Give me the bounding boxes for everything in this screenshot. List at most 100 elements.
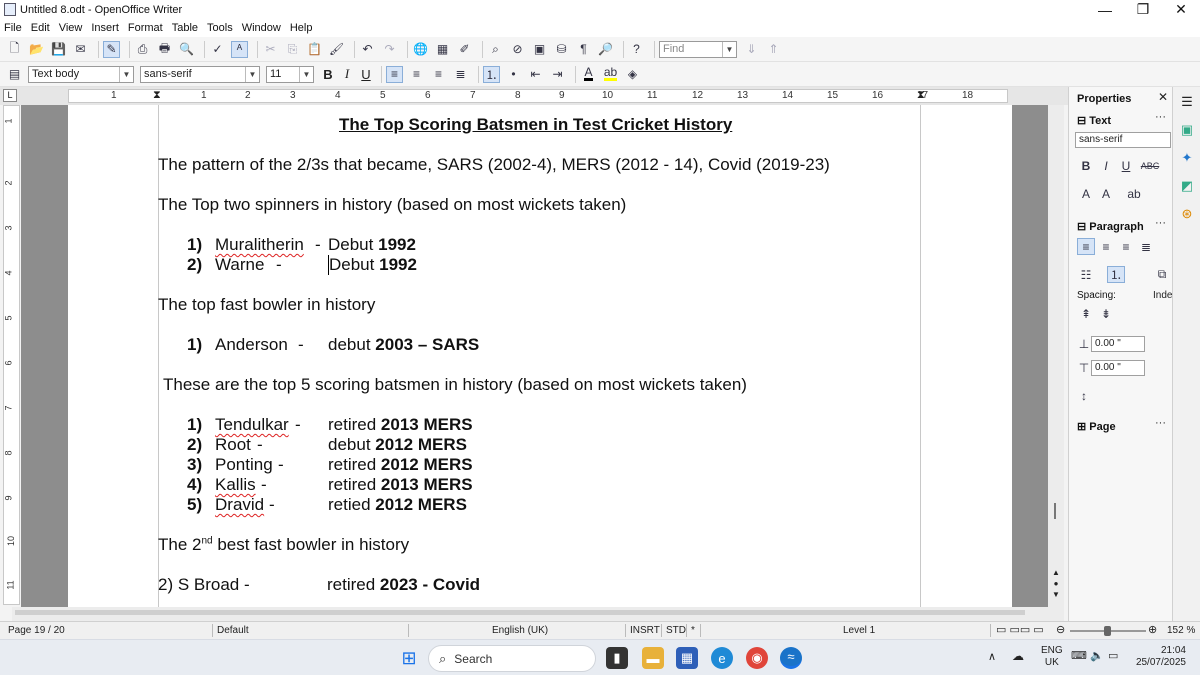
align-right-icon[interactable]: ≡: [1117, 238, 1135, 255]
network-icon[interactable]: ⌨: [1071, 649, 1087, 662]
data-sources-icon[interactable]: ⛁: [553, 41, 570, 58]
list-item-desc[interactable]: retired 2013 MERS: [328, 475, 473, 495]
zoom-out-icon[interactable]: ⊖: [1056, 623, 1065, 636]
sidebar-font-input[interactable]: sans-serif: [1075, 132, 1171, 148]
paragraph[interactable]: These are the top 5 scoring batsmen in h…: [163, 375, 747, 395]
battery-icon[interactable]: ▭: [1108, 649, 1118, 662]
gallery-icon[interactable]: ◩: [1178, 177, 1196, 195]
redo-icon[interactable]: ↷: [381, 41, 398, 58]
align-left-icon[interactable]: ≡: [386, 65, 403, 83]
view-layout-icon[interactable]: ▭ ▭▭ ▭: [996, 623, 1044, 636]
list-item-desc[interactable]: retired 2012 MERS: [328, 455, 473, 475]
justify-icon[interactable]: ≣: [452, 66, 469, 83]
font-color-icon[interactable]: A: [580, 66, 597, 83]
menu-view[interactable]: View: [59, 22, 83, 34]
openoffice-icon[interactable]: ≈: [780, 647, 802, 669]
taskbar-search[interactable]: ⌕ Search: [428, 645, 596, 672]
binoculars-icon[interactable]: ⌕: [487, 41, 504, 58]
new-document-icon[interactable]: 🗋: [6, 41, 23, 58]
help-icon[interactable]: ?: [628, 41, 645, 58]
chevron-down-icon[interactable]: ▼: [119, 66, 133, 82]
edge-icon[interactable]: e: [711, 647, 733, 669]
undo-icon[interactable]: ↶: [359, 41, 376, 58]
styles-icon[interactable]: ▤: [6, 66, 23, 83]
document-page[interactable]: [68, 105, 1012, 607]
table-icon[interactable]: ▦: [434, 41, 451, 58]
align-right-icon[interactable]: ≡: [430, 66, 447, 83]
page-style[interactable]: Default: [217, 625, 249, 636]
menu-format[interactable]: Format: [128, 22, 163, 34]
find-input[interactable]: Find ▼: [659, 40, 737, 58]
bullets-icon[interactable]: ☷: [1077, 266, 1095, 283]
chrome-icon[interactable]: ◉: [746, 647, 768, 669]
insert-mode[interactable]: INSRT: [630, 625, 660, 636]
vertical-ruler[interactable]: 1 2 3 4 5 6 7 8 9 10 11: [3, 105, 20, 605]
print-icon[interactable]: 🖶: [156, 41, 173, 58]
list-item-name[interactable]: Kallis: [215, 475, 256, 495]
properties-icon[interactable]: ▣: [1178, 121, 1196, 139]
menu-icon[interactable]: ☰: [1178, 93, 1196, 111]
store-icon[interactable]: ▦: [676, 647, 698, 669]
draw-functions-icon[interactable]: ✐: [456, 41, 473, 58]
zoom-level[interactable]: 152 %: [1167, 625, 1195, 636]
list-item[interactable]: 1): [187, 335, 202, 355]
export-pdf-icon[interactable]: ⎙: [134, 41, 151, 58]
menu-help[interactable]: Help: [290, 22, 313, 34]
font-size-select[interactable]: 11 ▼: [266, 65, 314, 83]
list-item-desc[interactable]: Debut 1992: [328, 235, 416, 255]
clock[interactable]: 21:04 25/07/2025: [1134, 645, 1186, 669]
horizontal-ruler[interactable]: 1 1 2 3 4 5 6 7 8 9 10 11 12 13 14 15 16…: [68, 89, 1008, 103]
speaker-icon[interactable]: 🔈: [1090, 649, 1104, 662]
bold-button[interactable]: B: [1077, 157, 1095, 174]
gallery-icon[interactable]: ▣: [531, 41, 548, 58]
decrease-indent-icon[interactable]: ⇤: [527, 66, 544, 83]
numbering-icon[interactable]: ⒈: [483, 65, 500, 83]
clone-format-icon[interactable]: 🖌: [328, 41, 345, 58]
chevron-down-icon[interactable]: ▼: [245, 66, 259, 82]
maximize-button[interactable]: ❐: [1124, 0, 1162, 19]
bold-button[interactable]: B: [320, 67, 336, 82]
paragraph[interactable]: The pattern of the 2/3s that became, SAR…: [158, 155, 830, 175]
list-item-desc[interactable]: debut 2012 MERS: [328, 435, 467, 455]
chevron-up-icon[interactable]: ∧: [988, 650, 996, 663]
justify-icon[interactable]: ≣: [1137, 238, 1155, 255]
list-item-name[interactable]: Warne: [215, 255, 264, 275]
underline-button[interactable]: U: [1117, 157, 1135, 174]
vertical-scrollbar[interactable]: ▲ ● ▼: [1048, 105, 1064, 607]
more-options-icon[interactable]: ···: [1155, 217, 1166, 229]
paragraph[interactable]: 2) S Broad -: [158, 575, 250, 595]
edit-mode-icon[interactable]: ✎: [103, 40, 120, 58]
font-name-select[interactable]: sans-serif ▼: [140, 65, 260, 83]
paragraph[interactable]: The Top two spinners in history (based o…: [158, 195, 626, 215]
minimize-button[interactable]: —: [1086, 0, 1124, 19]
line-spacing-icon[interactable]: ↕: [1075, 387, 1093, 404]
indent-marker-icon[interactable]: ⧗: [153, 90, 161, 102]
menu-window[interactable]: Window: [242, 22, 281, 34]
navigator-icon[interactable]: ⊛: [1178, 205, 1196, 223]
page-count[interactable]: Page 19 / 20: [8, 625, 65, 636]
menu-table[interactable]: Table: [172, 22, 198, 34]
cut-icon[interactable]: ✂: [262, 41, 279, 58]
scroll-thumb[interactable]: [15, 610, 1025, 615]
page-nav-icon[interactable]: ▲ ● ▼: [1049, 567, 1063, 600]
tab-stop-selector[interactable]: L: [3, 89, 17, 102]
zoom-in-icon[interactable]: ⊕: [1148, 623, 1157, 636]
numbering-icon[interactable]: ⒈: [1107, 266, 1125, 283]
scroll-thumb[interactable]: [1054, 503, 1056, 519]
menu-tools[interactable]: Tools: [207, 22, 233, 34]
bullets-icon[interactable]: •: [505, 66, 522, 83]
chevron-down-icon[interactable]: ▼: [722, 41, 736, 57]
open-file-icon[interactable]: 📂: [28, 41, 45, 58]
list-item-name[interactable]: Anderson: [215, 335, 288, 355]
zoom-icon[interactable]: 🔎: [597, 41, 614, 58]
list-item-desc[interactable]: Debut 1992: [328, 255, 417, 275]
underline-button[interactable]: U: [358, 67, 374, 82]
styles-icon[interactable]: ✦: [1178, 149, 1196, 167]
strikethrough-button[interactable]: ABC: [1141, 157, 1160, 174]
email-icon[interactable]: ✉: [72, 41, 89, 58]
sidebar-section-page[interactable]: ⊞ Page: [1077, 420, 1116, 433]
autospellcheck-icon[interactable]: ᴬ: [231, 40, 248, 58]
sidebar-section-text[interactable]: ⊟ Text: [1077, 114, 1111, 127]
paragraph-background-icon[interactable]: ⧉: [1153, 266, 1171, 283]
align-center-icon[interactable]: ≡: [408, 66, 425, 83]
